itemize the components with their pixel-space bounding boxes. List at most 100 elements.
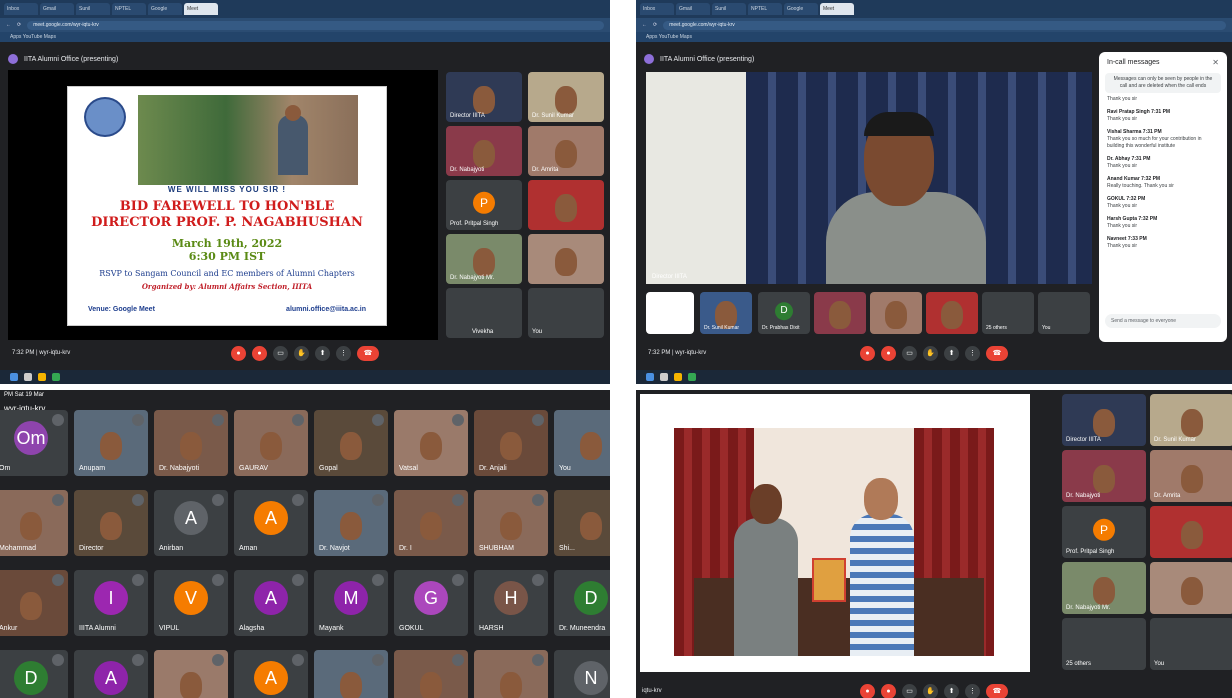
filmstrip-tile[interactable]: [814, 292, 866, 334]
grid-participant-tile[interactable]: GAURAV: [234, 410, 308, 476]
reload-icon[interactable]: ⟳: [17, 22, 21, 28]
participant-tile[interactable]: Dr. Nabajyoti Mr.: [446, 234, 522, 284]
present-icon[interactable]: ⬆: [315, 345, 330, 361]
folder-icon[interactable]: [674, 373, 682, 381]
grid-participant-tile[interactable]: A Alagsha: [234, 570, 308, 636]
grid-participant-tile[interactable]: A Aman: [234, 490, 308, 556]
chrome-icon[interactable]: [688, 373, 696, 381]
mic-off-icon[interactable]: ●: [860, 345, 875, 361]
start-icon[interactable]: [10, 373, 18, 381]
close-icon[interactable]: ✕: [1212, 58, 1219, 67]
grid-participant-tile[interactable]: N: [554, 650, 610, 698]
participant-tile[interactable]: Director IIITA: [446, 72, 522, 122]
participant-tile[interactable]: Dr. Nabajyoti: [1062, 450, 1146, 502]
chrome-icon[interactable]: [52, 373, 60, 381]
search-icon[interactable]: [24, 373, 32, 381]
grid-participant-tile[interactable]: Dr. Anjali: [474, 410, 548, 476]
reload-icon[interactable]: ⟳: [653, 22, 657, 28]
filmstrip-tile[interactable]: [926, 292, 978, 334]
grid-participant-tile[interactable]: [394, 650, 468, 698]
captions-icon[interactable]: ▭: [902, 345, 917, 361]
grid-participant-tile[interactable]: H HARSH: [474, 570, 548, 636]
captions-icon[interactable]: ▭: [273, 345, 288, 361]
participant-tile[interactable]: Dr. Amrita: [528, 126, 604, 176]
grid-participant-tile[interactable]: M Mayank: [314, 570, 388, 636]
url-input[interactable]: meet.google.com/wyr-iqtu-krv: [663, 20, 1226, 30]
participant-tile[interactable]: Director IIITA: [1062, 394, 1146, 446]
present-icon[interactable]: ⬆: [944, 345, 959, 361]
raise-hand-icon[interactable]: ✋: [923, 683, 938, 698]
grid-participant-tile[interactable]: D Dr. Muneendra: [554, 570, 610, 636]
browser-tab[interactable]: Google: [784, 3, 818, 15]
participant-tile[interactable]: [528, 180, 604, 230]
leave-call-icon[interactable]: ☎: [986, 345, 1008, 361]
grid-participant-tile[interactable]: Dr. Navjot: [314, 490, 388, 556]
grid-participant-tile[interactable]: Dr. I: [394, 490, 468, 556]
grid-participant-tile[interactable]: V VIPUL: [154, 570, 228, 636]
camera-off-icon[interactable]: ●: [881, 345, 896, 361]
search-icon[interactable]: [660, 373, 668, 381]
participant-tile[interactable]: P Prof. Pritpal Singh: [446, 180, 522, 230]
grid-participant-tile[interactable]: [154, 650, 228, 698]
grid-participant-tile[interactable]: I IIITA Alumni: [74, 570, 148, 636]
grid-participant-tile[interactable]: D: [0, 650, 68, 698]
browser-tab[interactable]: Sunil: [76, 3, 110, 15]
browser-tab[interactable]: Inbox: [640, 3, 674, 15]
filmstrip-tile[interactable]: [870, 292, 922, 334]
grid-participant-tile[interactable]: You: [554, 410, 610, 476]
self-tile[interactable]: You: [1038, 292, 1090, 334]
more-options-icon[interactable]: ⋮: [336, 345, 351, 361]
mic-off-icon[interactable]: ●: [860, 683, 875, 698]
mic-off-icon[interactable]: ●: [231, 345, 246, 361]
participant-tile[interactable]: Dr. Sunil Kumar: [528, 72, 604, 122]
grid-participant-tile[interactable]: Om Om: [0, 410, 68, 476]
participant-tile[interactable]: Dr. Nabajyoti Mr.: [1062, 562, 1146, 614]
grid-participant-tile[interactable]: Dr. Nabajyoti: [154, 410, 228, 476]
present-icon[interactable]: ⬆: [944, 683, 959, 698]
participant-tile[interactable]: Dr. Sunil Kumar: [1150, 394, 1232, 446]
browser-tab[interactable]: NPTEL: [748, 3, 782, 15]
participant-tile[interactable]: P Prof. Pritpal Singh: [1062, 506, 1146, 558]
browser-tab[interactable]: Sunil: [712, 3, 746, 15]
participant-tile[interactable]: Vivekha: [446, 288, 522, 338]
bookmarks-bar[interactable]: Apps YouTube Maps: [636, 32, 1232, 42]
grid-participant-tile[interactable]: Mohammad: [0, 490, 68, 556]
browser-tab[interactable]: Inbox: [4, 3, 38, 15]
grid-participant-tile[interactable]: Gopal: [314, 410, 388, 476]
self-tile[interactable]: You: [528, 288, 604, 338]
browser-tab-active[interactable]: Meet: [820, 3, 854, 15]
chat-send-input[interactable]: Send a message to everyone: [1105, 314, 1221, 328]
grid-participant-tile[interactable]: A: [234, 650, 308, 698]
grid-participant-tile[interactable]: [314, 650, 388, 698]
participant-tile[interactable]: 25 others: [1062, 618, 1146, 670]
camera-off-icon[interactable]: ●: [252, 345, 267, 361]
participant-tile[interactable]: [528, 234, 604, 284]
url-input[interactable]: meet.google.com/wyr-iqtu-krv: [27, 20, 604, 30]
browser-tab[interactable]: NPTEL: [112, 3, 146, 15]
grid-participant-tile[interactable]: Ankur: [0, 570, 68, 636]
browser-tab-active[interactable]: Meet: [184, 3, 218, 15]
filmstrip-tile[interactable]: [646, 292, 694, 334]
grid-participant-tile[interactable]: SHUBHAM: [474, 490, 548, 556]
camera-off-icon[interactable]: ●: [881, 683, 896, 698]
filmstrip-tile[interactable]: 25 others: [982, 292, 1034, 334]
raise-hand-icon[interactable]: ✋: [294, 345, 309, 361]
start-icon[interactable]: [646, 373, 654, 381]
grid-participant-tile[interactable]: [474, 650, 548, 698]
more-options-icon[interactable]: ⋮: [965, 345, 980, 361]
grid-participant-tile[interactable]: G GOKUL: [394, 570, 468, 636]
grid-participant-tile[interactable]: Director: [74, 490, 148, 556]
bookmarks-bar[interactable]: Apps YouTube Maps: [0, 32, 610, 42]
folder-icon[interactable]: [38, 373, 46, 381]
grid-participant-tile[interactable]: A Anirban: [154, 490, 228, 556]
back-icon[interactable]: ←: [642, 22, 647, 28]
leave-call-icon[interactable]: ☎: [986, 683, 1008, 698]
participant-tile[interactable]: Dr. Nabajyoti: [446, 126, 522, 176]
back-icon[interactable]: ←: [6, 22, 11, 28]
browser-tab[interactable]: Gmail: [676, 3, 710, 15]
participant-tile[interactable]: [1150, 506, 1232, 558]
browser-tab[interactable]: Google: [148, 3, 182, 15]
raise-hand-icon[interactable]: ✋: [923, 345, 938, 361]
grid-participant-tile[interactable]: A: [74, 650, 148, 698]
grid-participant-tile[interactable]: Anupam: [74, 410, 148, 476]
